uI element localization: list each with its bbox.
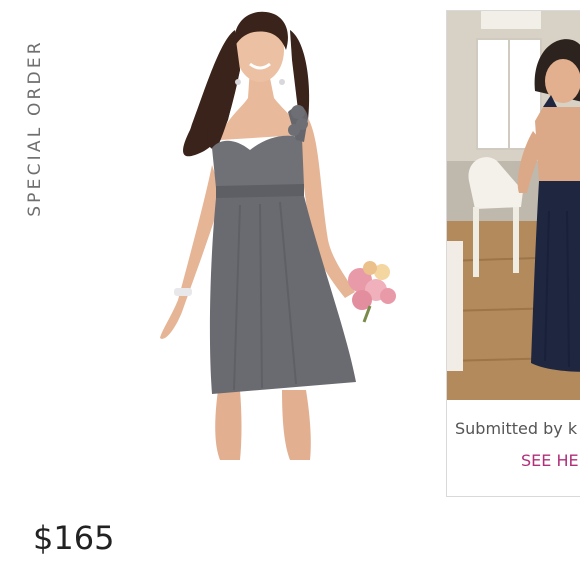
customer-photo-card[interactable]: Submitted by k SEE HE	[446, 10, 580, 497]
product-price: $165	[33, 519, 115, 557]
special-order-label: SPECIAL ORDER	[25, 38, 45, 217]
product-photo[interactable]	[150, 0, 420, 470]
see-her-photos-link[interactable]: SEE HE	[521, 451, 579, 470]
customer-photo	[447, 11, 580, 400]
submitted-by-text: Submitted by k	[455, 419, 578, 438]
special-order-badge: SPECIAL ORDER	[20, 25, 50, 230]
bouquet	[348, 261, 396, 323]
